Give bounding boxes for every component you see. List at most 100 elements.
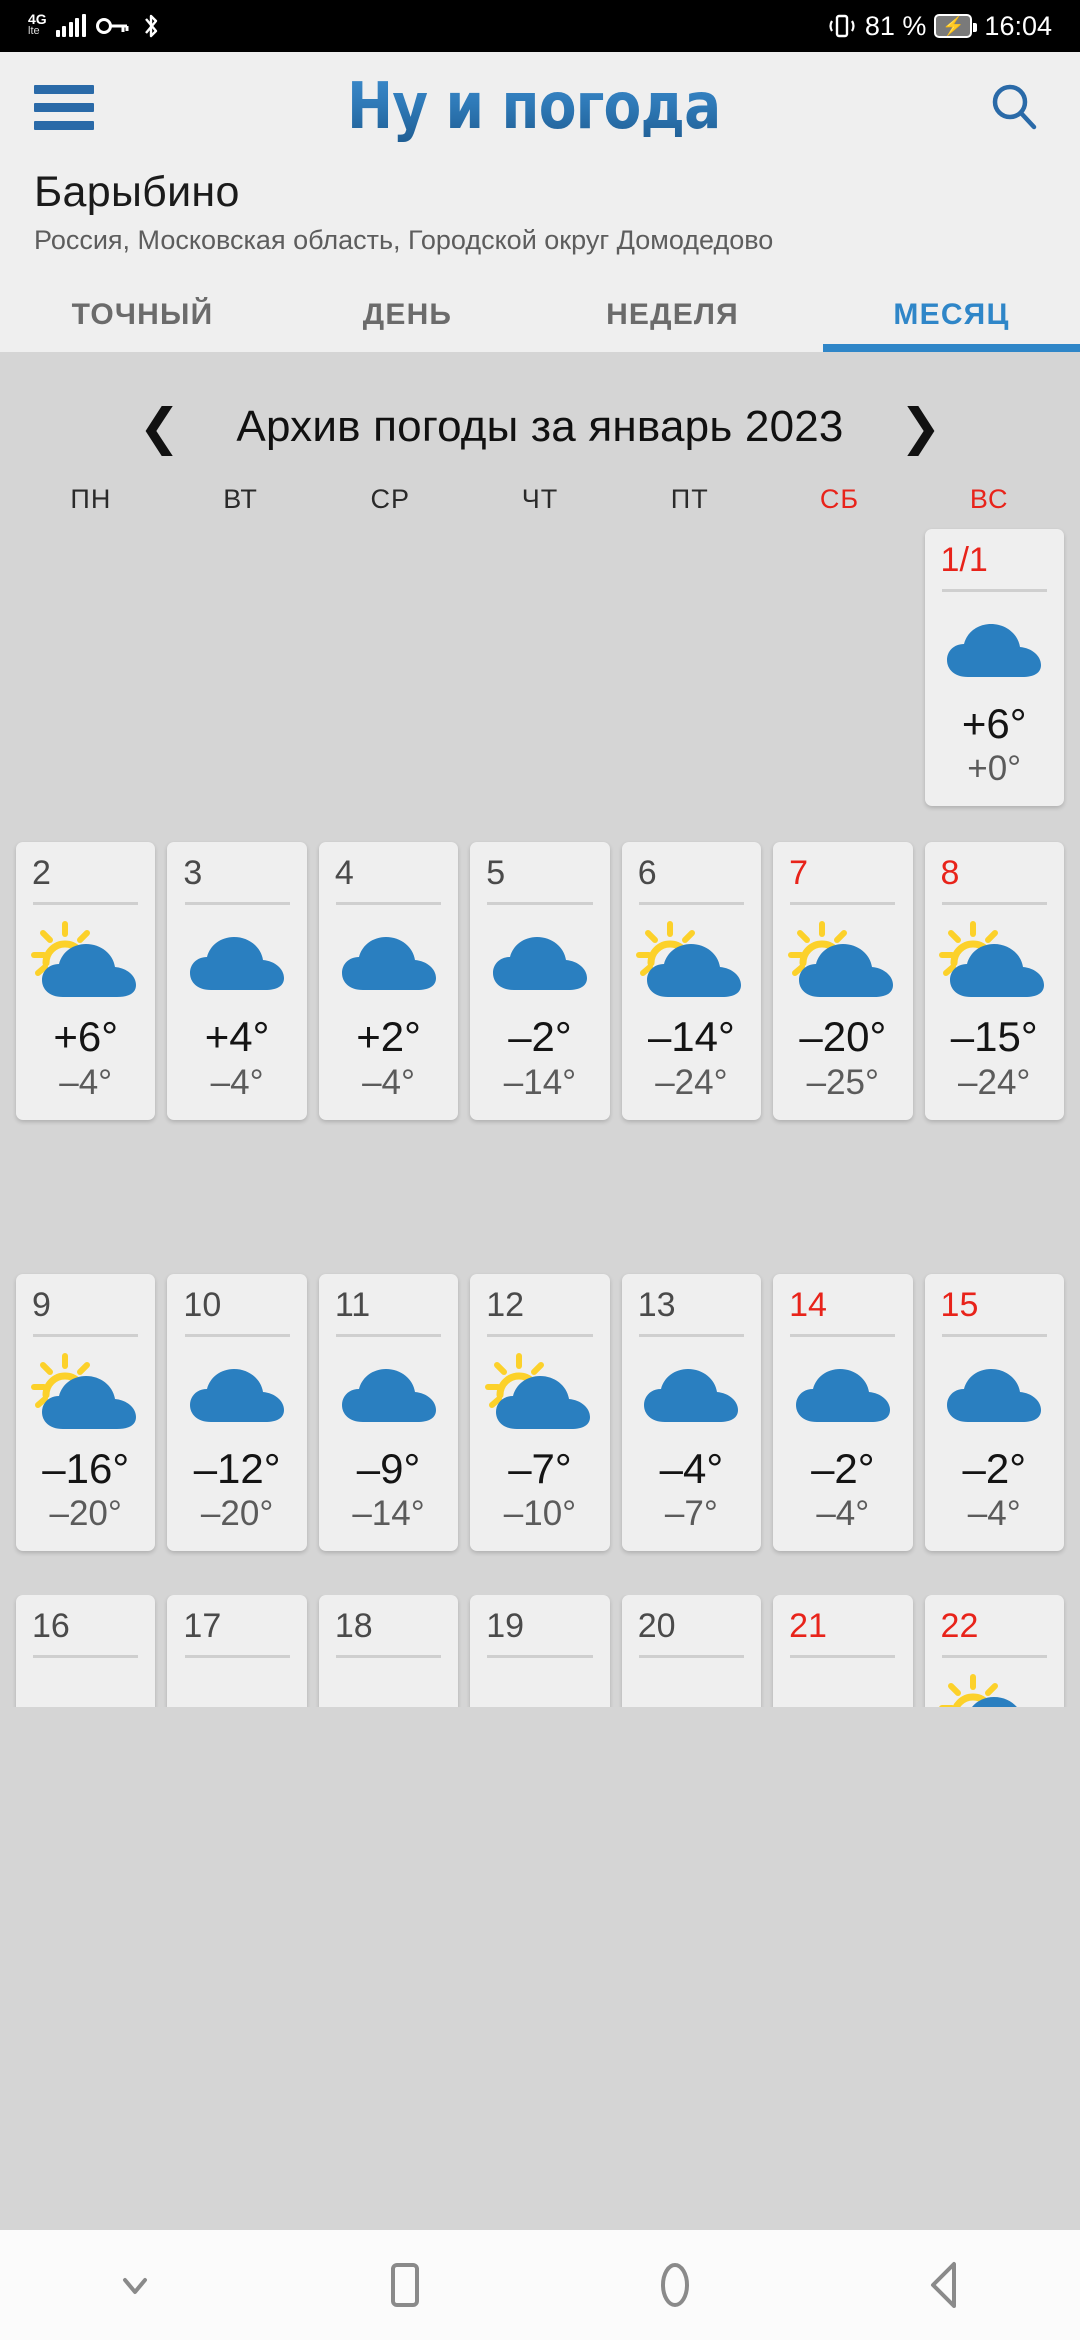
sun-behind-cloud-icon — [484, 1352, 590, 1429]
card-divider — [336, 1333, 442, 1337]
tab-nedelya[interactable]: НЕДЕЛЯ — [540, 298, 805, 352]
day-card[interactable]: 2 +6° –4° — [16, 842, 156, 1120]
calendar-day-cell[interactable]: 21 — [773, 1594, 913, 1707]
weather-icon — [783, 1670, 902, 1707]
calendar-day-cell[interactable]: 10 –12° –20° — [167, 1273, 307, 1551]
signal-icon — [55, 14, 86, 37]
temp-max: +6° — [961, 700, 1027, 747]
back-button[interactable] — [810, 2256, 1080, 2314]
calendar-day-cell[interactable]: 22 — [924, 1594, 1064, 1707]
recent-apps-button[interactable] — [270, 2256, 540, 2314]
calendar-day-cell[interactable]: 11 –9° –14° — [318, 1273, 459, 1551]
tab-tochny[interactable]: ТОЧНЫЙ — [10, 298, 275, 352]
temp-min: –4° — [816, 1493, 870, 1533]
day-card[interactable]: 11 –9° –14° — [318, 1273, 459, 1551]
tab-mesyac[interactable]: МЕСЯЦ — [819, 298, 1080, 352]
card-divider — [184, 902, 290, 906]
day-card[interactable]: 14 –2° –4° — [773, 1273, 913, 1551]
cloud-icon — [644, 1368, 739, 1422]
hamburger-menu-icon[interactable] — [34, 84, 94, 130]
day-card[interactable]: 3 +4° –4° — [167, 842, 307, 1120]
day-card[interactable]: 12 –7° –10° — [470, 1273, 610, 1551]
network-type-label: 4G lte — [28, 11, 47, 37]
day-card[interactable]: 21 — [773, 1594, 913, 1707]
day-number: 2 — [32, 854, 51, 893]
calendar-day-cell[interactable]: 19 — [470, 1594, 610, 1707]
calendar-day-cell[interactable]: 8 –15° –24° — [924, 842, 1064, 1120]
calendar-day-cell[interactable]: 4 +2° –4° — [318, 842, 459, 1120]
day-card[interactable]: 1/1 +6° +0° — [924, 529, 1064, 807]
chevron-left-icon[interactable]: ❮ — [139, 402, 181, 452]
day-card[interactable]: 7 –20° –25° — [773, 842, 913, 1120]
app-logo: Ну и погода — [156, 70, 920, 144]
temp-min: –4° — [967, 1493, 1021, 1533]
temp-max: +2° — [356, 1013, 421, 1061]
day-card[interactable]: 17 — [167, 1594, 307, 1707]
temp-min: –4° — [362, 1062, 416, 1102]
day-card[interactable]: 20 — [621, 1594, 762, 1707]
day-number: 8 — [940, 854, 960, 893]
calendar-day-cell[interactable]: 9 –16° –20° — [16, 1273, 156, 1551]
month-archive-calendar: ❮ Архив погоды за январь 2023 ❯ ПН ВТ СР… — [0, 352, 1080, 1707]
calendar-day-cell[interactable]: 2 +6° –4° — [16, 842, 156, 1120]
temp-max: –4° — [659, 1444, 724, 1492]
day-card[interactable]: 5 –2° –14° — [470, 842, 610, 1120]
card-divider — [487, 1333, 593, 1337]
weather-icon — [935, 917, 1054, 1009]
weather-icon — [329, 1670, 448, 1707]
temp-min: –20° — [200, 1493, 274, 1533]
calendar-day-cell[interactable]: 20 — [621, 1594, 762, 1707]
cloud-icon — [795, 1368, 890, 1422]
calendar-day-cell[interactable]: 17 — [167, 1594, 307, 1707]
calendar-day-cell[interactable]: 7 –20° –25° — [773, 842, 913, 1120]
calendar-day-cell[interactable]: 5 –2° –14° — [470, 842, 610, 1120]
card-divider — [336, 1654, 442, 1658]
system-navigation-bar — [0, 2230, 1080, 2340]
hide-navbar-button[interactable] — [0, 2260, 270, 2310]
day-number: 11 — [334, 1285, 371, 1324]
day-number: 1/1 — [940, 541, 988, 579]
day-number: 17 — [183, 1606, 222, 1645]
temp-min: –7° — [664, 1493, 718, 1533]
day-card[interactable]: 16 — [16, 1594, 156, 1707]
temp-max: –2° — [508, 1013, 572, 1061]
day-number: 18 — [334, 1606, 373, 1645]
city-name: Барыбино — [34, 168, 240, 216]
home-button[interactable] — [540, 2256, 810, 2314]
chevron-right-icon[interactable]: ❯ — [900, 402, 942, 452]
calendar-day-cell[interactable]: 13 –4° –7° — [621, 1273, 762, 1551]
calendar-day-cell[interactable]: 3 +4° –4° — [167, 842, 307, 1120]
row-spacer — [0, 1120, 1080, 1238]
calendar-header: ❮ Архив погоды за январь 2023 ❯ — [0, 380, 1080, 466]
day-card[interactable]: 22 — [924, 1594, 1064, 1707]
cloud-icon — [190, 1368, 285, 1422]
calendar-day-cell[interactable]: 16 — [16, 1594, 156, 1707]
day-card[interactable]: 19 — [470, 1594, 610, 1707]
calendar-day-cell[interactable]: 6 –14° –24° — [621, 842, 762, 1120]
weather-icon — [935, 1349, 1054, 1441]
calendar-day-cell[interactable]: 14 –2° –4° — [773, 1273, 913, 1551]
tab-den[interactable]: ДЕНЬ — [275, 298, 540, 352]
calendar-day-cell[interactable]: 12 –7° –10° — [470, 1273, 610, 1551]
card-divider — [638, 1654, 744, 1658]
day-card[interactable]: 13 –4° –7° — [621, 1273, 762, 1551]
day-card[interactable]: 8 –15° –24° — [924, 842, 1064, 1120]
day-number: 10 — [183, 1285, 222, 1324]
day-card[interactable]: 15 –2° –4° — [924, 1273, 1064, 1551]
temperature-block: –2° –4° — [811, 1445, 875, 1535]
calendar-empty-cell — [167, 529, 306, 806]
weather-icon — [632, 1670, 751, 1707]
card-divider — [487, 902, 593, 906]
temperature-block: +6° –4° — [53, 1013, 118, 1103]
calendar-day-cell[interactable]: 15 –2° –4° — [924, 1273, 1064, 1551]
weather-icon — [26, 1670, 145, 1707]
search-icon[interactable] — [982, 78, 1046, 136]
calendar-day-cell[interactable]: 1/1 +6° +0° — [924, 529, 1064, 807]
day-card[interactable]: 4 +2° –4° — [318, 842, 459, 1120]
day-card[interactable]: 10 –12° –20° — [167, 1273, 307, 1551]
day-card[interactable]: 9 –16° –20° — [16, 1273, 156, 1551]
calendar-day-cell[interactable]: 18 — [318, 1594, 459, 1707]
day-card[interactable]: 18 — [318, 1594, 459, 1707]
day-card[interactable]: 6 –14° –24° — [621, 842, 762, 1120]
weekday-wed: СР — [370, 484, 411, 514]
